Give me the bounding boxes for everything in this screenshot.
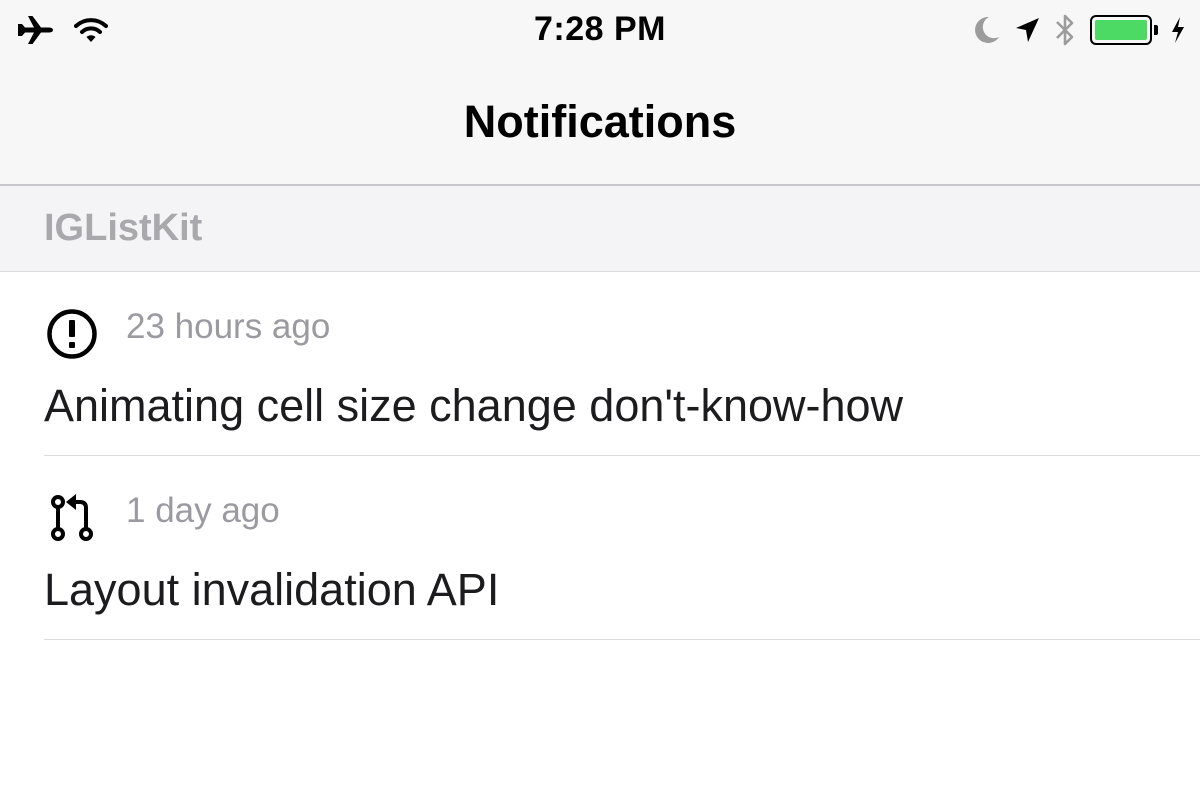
nav-title: Notifications	[463, 96, 737, 147]
notification-time: 1 day ago	[126, 491, 280, 530]
notification-row[interactable]: 1 day ago Layout invalidation API	[0, 456, 1200, 640]
notification-list: 23 hours ago Animating cell size change …	[0, 272, 1200, 640]
battery-level-fill	[1095, 20, 1147, 40]
location-arrow-icon	[1014, 16, 1040, 44]
battery-cap	[1154, 25, 1158, 35]
notification-title: Layout invalidation API	[44, 564, 500, 615]
status-bar-right	[972, 12, 1186, 48]
row-separator	[44, 639, 1200, 640]
notification-row[interactable]: 23 hours ago Animating cell size change …	[0, 272, 1200, 456]
battery-icon	[1090, 15, 1158, 45]
bluetooth-icon	[1054, 13, 1076, 47]
top-chrome: 7:28 PM Notifications	[0, 0, 1200, 186]
notification-time: 23 hours ago	[126, 307, 331, 346]
notifications-screen: 7:28 PM Notifications IGListKit 23 hours…	[0, 0, 1200, 800]
section-title: IGListKit	[44, 207, 203, 249]
status-bar: 7:28 PM	[0, 0, 1200, 62]
notification-title: Animating cell size change don't-know-ho…	[44, 380, 904, 431]
charging-bolt-icon	[1170, 16, 1186, 44]
issue-opened-icon	[44, 306, 100, 362]
moon-icon	[972, 15, 1000, 45]
section-header: IGListKit	[0, 186, 1200, 272]
pull-request-icon	[44, 490, 100, 546]
